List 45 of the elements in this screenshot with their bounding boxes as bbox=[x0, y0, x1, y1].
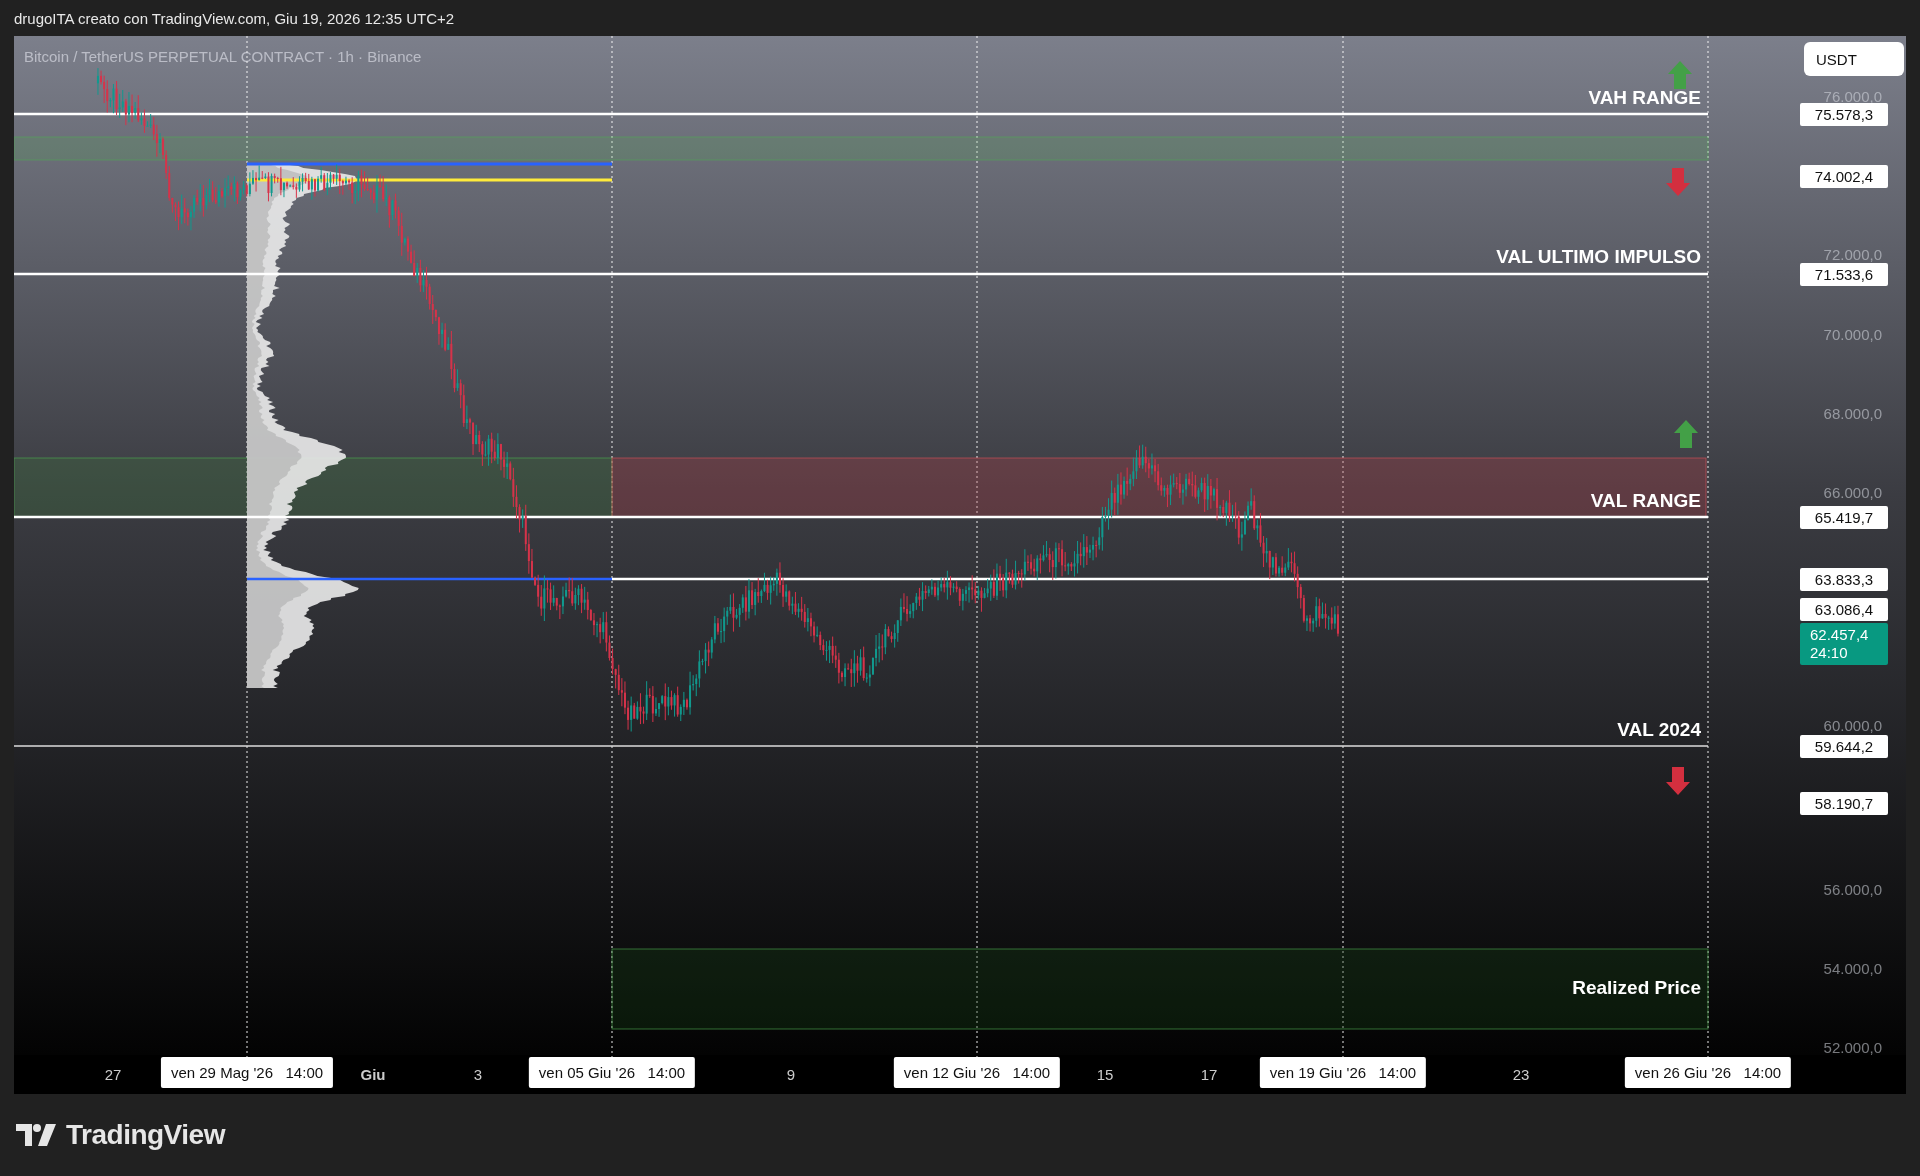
price-tick-label: 68.000,0 bbox=[1822, 404, 1882, 423]
time-marker-label: ven 12 Giu '26 14:00 bbox=[893, 1057, 1061, 1088]
time-label: 17 bbox=[1200, 1066, 1218, 1084]
countdown-text: 24:10 bbox=[1809, 644, 1849, 662]
price-tick-label: 70.000,0 bbox=[1822, 325, 1882, 344]
price-tick-label: 76.000,0 bbox=[1822, 87, 1882, 106]
price-tick-label: 60.000,0 bbox=[1822, 716, 1882, 735]
price-label: 58.190,7 bbox=[1800, 792, 1888, 815]
level-label: VAL 2024 bbox=[1617, 721, 1701, 739]
level-label: VAH RANGE bbox=[1588, 89, 1701, 107]
price-label: 65.419,7 bbox=[1800, 506, 1888, 529]
time-marker-label: ven 19 Giu '26 14:00 bbox=[1259, 1057, 1427, 1088]
price-tick-label: 56.000,0 bbox=[1822, 880, 1882, 899]
price-label: 63.086,4 bbox=[1800, 598, 1888, 621]
price-tick-label: 52.000,0 bbox=[1822, 1039, 1882, 1058]
level-label: VAL ULTIMO IMPULSO bbox=[1496, 248, 1701, 266]
time-label: 23 bbox=[1512, 1066, 1530, 1084]
price-tick-label: 72.000,0 bbox=[1822, 246, 1882, 265]
level-label: Realized Price bbox=[1572, 979, 1701, 997]
time-label: Giu bbox=[360, 1066, 386, 1084]
logo-text: TradingView bbox=[66, 1119, 225, 1151]
price-text: 62.457,4 bbox=[1809, 626, 1870, 644]
price-label: 59.644,2 bbox=[1800, 735, 1888, 758]
price-tick-label: 54.000,0 bbox=[1822, 959, 1882, 978]
time-label: 15 bbox=[1096, 1066, 1114, 1084]
time-marker-label: ven 29 Mag '26 14:00 bbox=[160, 1057, 334, 1088]
time-marker-label: ven 26 Giu '26 14:00 bbox=[1624, 1057, 1792, 1088]
arrow-up-icon bbox=[1668, 61, 1692, 89]
arrow-up-icon bbox=[1674, 420, 1698, 448]
time-label: 9 bbox=[786, 1066, 796, 1084]
time-marker-label: ven 05 Giu '26 14:00 bbox=[528, 1057, 696, 1088]
arrow-down-icon bbox=[1666, 168, 1690, 196]
arrow-down-icon bbox=[1666, 767, 1690, 795]
time-label: 27 bbox=[104, 1066, 122, 1084]
price-label: 63.833,3 bbox=[1800, 568, 1888, 591]
currency-button[interactable]: USDT bbox=[1804, 42, 1904, 76]
price-label: 75.578,3 bbox=[1800, 103, 1888, 126]
time-label: 3 bbox=[473, 1066, 483, 1084]
header-text: drugoITA creato con TradingView.com, Giu 19, 2026 12:35 UTC+2 bbox=[14, 10, 455, 27]
price-label: 71.533,6 bbox=[1800, 263, 1888, 286]
logo-icon bbox=[16, 1124, 56, 1146]
price-label: 74.002,4 bbox=[1800, 165, 1888, 188]
level-label: VAL RANGE bbox=[1590, 492, 1701, 510]
symbol-title: Bitcoin / TetherUS PERPETUAL CONTRACT · 1h · Binance bbox=[24, 48, 422, 66]
price-tick-label: 66.000,0 bbox=[1822, 484, 1882, 503]
